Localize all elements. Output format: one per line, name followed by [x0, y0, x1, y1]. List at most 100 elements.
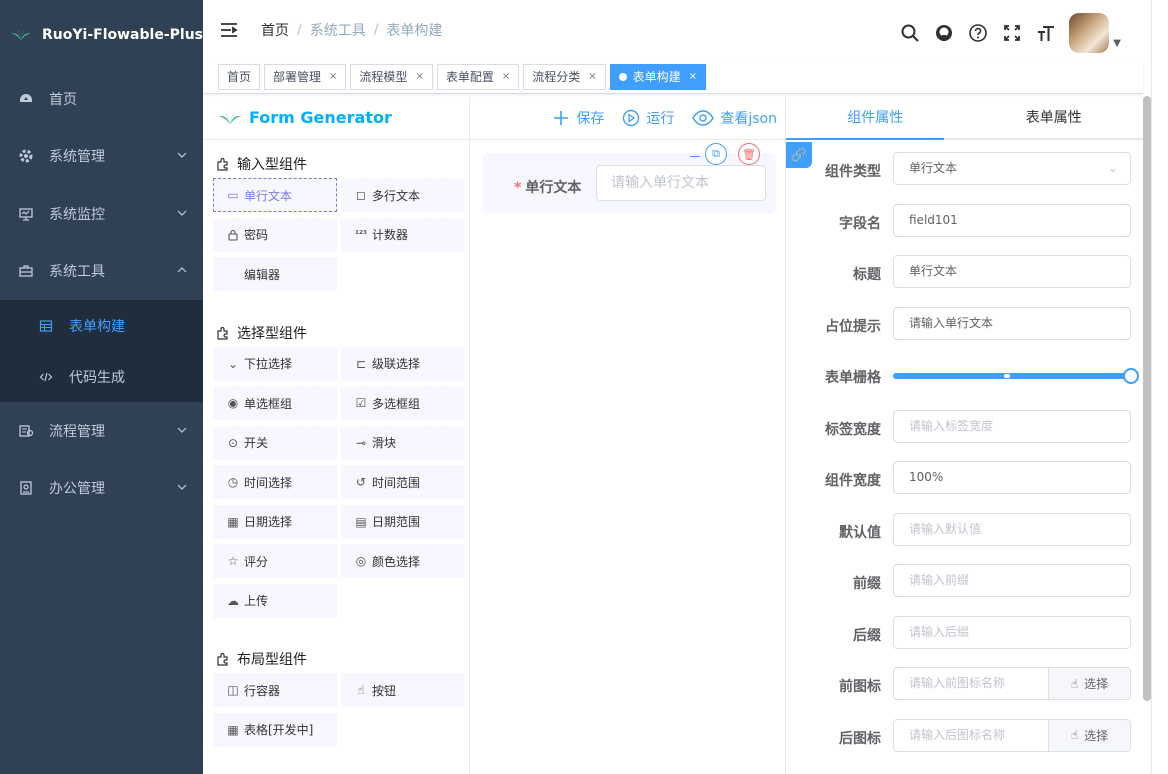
- pointer-icon: ☝: [1070, 676, 1079, 691]
- comp-row[interactable]: ◫ 行容器: [213, 673, 337, 707]
- sidebar-item-office[interactable]: 办公管理: [0, 460, 203, 518]
- component-type-select[interactable]: 单行文本 ⌄: [893, 152, 1131, 185]
- delete-icon[interactable]: 🗑: [738, 143, 760, 165]
- prop-row: 字段名 field101: [786, 203, 1143, 256]
- title-input[interactable]: 单行文本: [893, 255, 1131, 288]
- tag-form-build[interactable]: 表单构建 ×: [609, 63, 707, 90]
- field-name-input[interactable]: field101: [893, 203, 1131, 237]
- component-width-input[interactable]: 100%: [893, 461, 1131, 494]
- group-title-layout: 布局型组件: [203, 645, 469, 673]
- breadcrumb-home[interactable]: 首页: [261, 20, 289, 40]
- sidebar-item-system[interactable]: 系统管理: [0, 128, 203, 186]
- github-icon[interactable]: [933, 22, 955, 44]
- comp-button[interactable]: ☝ 按钮: [341, 673, 465, 707]
- cascader-icon: ⊏: [355, 356, 367, 371]
- tab-form-props[interactable]: 表单属性: [965, 96, 1144, 138]
- comp-textarea[interactable]: ◻ 多行文本: [341, 178, 465, 212]
- slider-thumb[interactable]: [1123, 368, 1139, 384]
- browser-edge: [1151, 0, 1168, 774]
- tag-model[interactable]: 流程模型 ×: [350, 63, 433, 90]
- pointer-icon: ☝: [1070, 728, 1079, 742]
- comp-time[interactable]: ◷ 时间选择: [213, 465, 337, 499]
- form-canvas[interactable]: ⧉ 🗑 * 单行文本 请输入单行文本: [470, 140, 785, 774]
- prefix-icon-input[interactable]: 请输入前图标名称: [893, 667, 1049, 700]
- copy-icon[interactable]: ⧉: [705, 143, 727, 165]
- tab-component-props[interactable]: 组件属性: [786, 96, 965, 138]
- comp-editor[interactable]: 编辑器: [213, 257, 337, 291]
- sidebar-item-process[interactable]: 流程管理: [0, 402, 203, 460]
- form-item-input[interactable]: 请输入单行文本: [596, 165, 766, 201]
- comp-cascader[interactable]: ⊏ 级联选择: [341, 346, 465, 381]
- sidebar-item-home[interactable]: 首页: [0, 70, 203, 128]
- close-icon[interactable]: ×: [502, 65, 510, 89]
- sidebar-item-code-gen[interactable]: 代码生成: [0, 351, 203, 402]
- main: 首页 / 系统工具 / 表单构建 ▼ 首页 部署管理 × 流程模型 × 表单配置…: [203, 0, 1143, 774]
- comp-time-range[interactable]: ↺ 时间范围: [341, 465, 465, 499]
- comp-switch[interactable]: ⊙ 开关: [213, 425, 337, 460]
- view-json-button[interactable]: 查看json: [692, 108, 777, 128]
- comp-date-range[interactable]: ▤ 日期范围: [341, 504, 465, 539]
- comp-radio[interactable]: ◉ 单选框组: [213, 386, 337, 420]
- close-icon[interactable]: ×: [588, 65, 596, 89]
- component-group-icon: [217, 326, 228, 340]
- tag-category[interactable]: 流程分类 ×: [523, 63, 606, 90]
- comp-checkbox[interactable]: ☑ 多选框组: [341, 386, 465, 420]
- comp-slider[interactable]: ⊸ 滑块: [341, 425, 465, 460]
- save-button[interactable]: 保存: [552, 108, 604, 128]
- prop-row: 组件宽度 100%: [786, 461, 1143, 513]
- tag-deploy[interactable]: 部署管理 ×: [264, 63, 347, 90]
- comp-rate[interactable]: ☆ 评分: [213, 544, 337, 578]
- tag-form-config[interactable]: 表单配置 ×: [436, 63, 520, 90]
- sidebar-item-tools[interactable]: 系统工具: [0, 243, 203, 301]
- comp-label: 计数器: [372, 228, 409, 242]
- caret-down-icon[interactable]: ▼: [1113, 38, 1121, 49]
- close-icon[interactable]: ×: [329, 65, 337, 89]
- suffix-input[interactable]: 请输入后缀: [893, 615, 1131, 649]
- label-width-input[interactable]: 请输入标签宽度: [893, 409, 1131, 443]
- avatar[interactable]: [1069, 13, 1110, 53]
- group-title-select: 选择型组件: [203, 319, 469, 347]
- default-value-input[interactable]: 请输入默认值: [893, 512, 1131, 546]
- prop-row: 前图标 请输入前图标名称 ☝ 选择: [786, 667, 1143, 719]
- prop-label: 默认值: [839, 524, 881, 541]
- group-title-label: 输入型组件: [237, 157, 307, 173]
- font-size-icon[interactable]: [1035, 22, 1057, 44]
- select-suffix-icon-button[interactable]: ☝ 选择: [1049, 718, 1131, 752]
- navbar: 首页 / 系统工具 / 表单构建 ▼: [203, 0, 1143, 60]
- run-button[interactable]: 运行: [622, 108, 674, 128]
- component-group-icon: [217, 157, 228, 171]
- sidebar-item-monitor[interactable]: 系统监控: [0, 185, 203, 243]
- table-icon: ▦: [227, 722, 239, 737]
- search-icon[interactable]: [899, 22, 921, 44]
- close-icon[interactable]: ×: [415, 65, 423, 89]
- comp-color[interactable]: ◎ 颜色选择: [341, 544, 465, 578]
- comp-label: 滑块: [372, 436, 397, 450]
- comp-single-line[interactable]: ▭ 单行文本: [213, 178, 337, 212]
- clock-icon: ◷: [227, 475, 239, 489]
- hamburger-icon[interactable]: [219, 20, 239, 40]
- placeholder-input[interactable]: 请输入单行文本: [893, 306, 1131, 340]
- logo[interactable]: RuoYi-Flowable-Plus: [0, 0, 203, 70]
- tag-home[interactable]: 首页: [218, 63, 261, 90]
- prefix-input[interactable]: 请输入前缀: [893, 564, 1131, 597]
- comp-password[interactable]: 密码: [213, 217, 337, 252]
- comp-table[interactable]: ▦ 表格[开发中]: [213, 712, 337, 747]
- comp-number[interactable]: ¹²³ 计数器: [341, 217, 465, 252]
- play-icon: [622, 109, 640, 127]
- select-prefix-icon-button[interactable]: ☝ 选择: [1049, 667, 1131, 700]
- fullscreen-icon[interactable]: [1001, 22, 1023, 44]
- chevron-down-icon: ⌄: [1107, 161, 1118, 175]
- help-icon[interactable]: [967, 22, 989, 44]
- suffix-icon-input[interactable]: 请输入后图标名称: [893, 718, 1049, 752]
- close-icon[interactable]: ×: [689, 65, 697, 89]
- comp-select[interactable]: ⌄ 下拉选择: [213, 346, 337, 381]
- comp-upload[interactable]: ☁ 上传: [213, 583, 337, 618]
- canvas-form-item[interactable]: ⧉ 🗑 * 单行文本 请输入单行文本: [482, 143, 776, 214]
- comp-date[interactable]: ▦ 日期选择: [213, 504, 337, 539]
- scrollbar[interactable]: [1143, 96, 1151, 701]
- grid-span-slider[interactable]: [893, 368, 1139, 384]
- form-item-label: * 单行文本: [514, 177, 581, 197]
- row-icon: ◫: [227, 683, 239, 697]
- comp-label: 级联选择: [372, 357, 421, 371]
- sidebar-item-form-build[interactable]: 表单构建: [0, 300, 203, 351]
